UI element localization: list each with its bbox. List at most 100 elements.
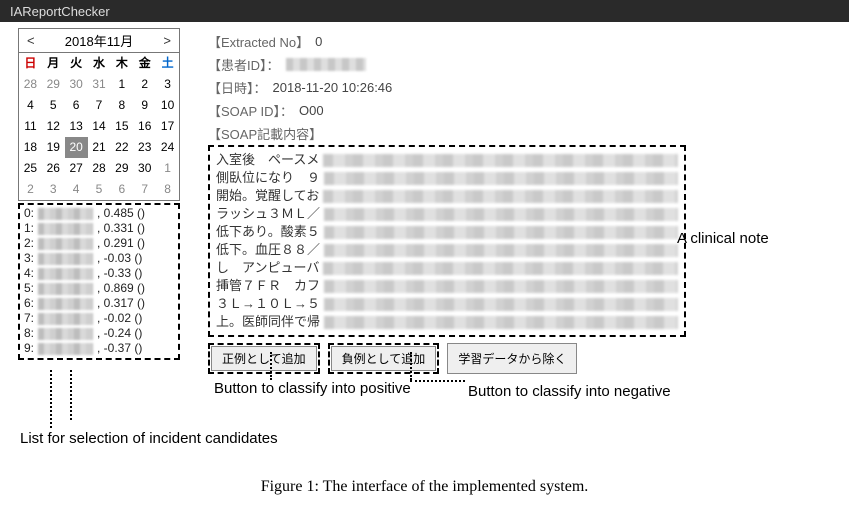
- calendar-day[interactable]: 18: [19, 137, 42, 158]
- note-line: 挿管７ＦＲ カフ: [216, 277, 678, 295]
- soap-id-value: O00: [299, 103, 324, 118]
- patient-id-value-redacted: [286, 58, 366, 71]
- candidate-row[interactable]: 7:, -0.02 (): [22, 311, 176, 326]
- candidate-id-redacted: [38, 313, 93, 325]
- leader-cand-2: [50, 370, 52, 428]
- note-line-text: 低下あり。酸素５: [216, 223, 320, 241]
- candidate-row[interactable]: 2:, 0.291 (): [22, 236, 176, 251]
- calendar-day[interactable]: 28: [88, 158, 111, 179]
- extracted-no-value: 0: [315, 34, 322, 49]
- candidate-row[interactable]: 9:, -0.37 (): [22, 341, 176, 356]
- calendar-day[interactable]: 29: [42, 74, 65, 95]
- candidate-id-redacted: [38, 238, 93, 250]
- candidate-row[interactable]: 5:, 0.869 (): [22, 281, 176, 296]
- calendar-day[interactable]: 4: [65, 179, 88, 200]
- calendar-day[interactable]: 19: [42, 137, 65, 158]
- candidate-row[interactable]: 6:, 0.317 (): [22, 296, 176, 311]
- candidate-row[interactable]: 4:, -0.33 (): [22, 266, 176, 281]
- calendar-dow: 金: [133, 53, 156, 74]
- calendar-day[interactable]: 23: [133, 137, 156, 158]
- note-line-redacted: [324, 316, 678, 329]
- figure-caption: Figure 1: The interface of the implement…: [0, 478, 849, 496]
- calendar-day[interactable]: 10: [156, 95, 179, 116]
- candidate-score: , -0.33 (): [97, 266, 142, 281]
- calendar-day[interactable]: 5: [88, 179, 111, 200]
- datetime-value: 2018-11-20 10:26:46: [273, 80, 393, 95]
- calendar-next-button[interactable]: >: [159, 33, 175, 48]
- candidate-id-redacted: [38, 328, 93, 340]
- candidate-row[interactable]: 8:, -0.24 (): [22, 326, 176, 341]
- note-line-redacted: [324, 172, 678, 185]
- calendar-day[interactable]: 3: [156, 74, 179, 95]
- calendar-day[interactable]: 1: [110, 74, 133, 95]
- candidate-id-redacted: [38, 283, 93, 295]
- patient-id-label: 【患者ID】：: [208, 55, 280, 74]
- calendar-day[interactable]: 30: [65, 74, 88, 95]
- calendar-day[interactable]: 21: [88, 137, 111, 158]
- calendar-day[interactable]: 8: [110, 95, 133, 116]
- candidate-row[interactable]: 0:, 0.485 (): [22, 206, 176, 221]
- calendar-dow: 日: [19, 53, 42, 74]
- calendar-day[interactable]: 12: [42, 116, 65, 137]
- calendar-day[interactable]: 13: [65, 116, 88, 137]
- candidate-score: , 0.331 (): [97, 221, 145, 236]
- calendar-day[interactable]: 3: [42, 179, 65, 200]
- candidate-id-redacted: [38, 298, 93, 310]
- note-line-text: 側臥位になり ９: [216, 169, 320, 187]
- calendar-day[interactable]: 7: [133, 179, 156, 200]
- calendar-day[interactable]: 2: [19, 179, 42, 200]
- add-negative-button[interactable]: 負例として追加: [331, 346, 437, 371]
- calendar-day[interactable]: 26: [42, 158, 65, 179]
- note-line-redacted: [323, 190, 678, 203]
- note-line-text: 低下。血圧８８／: [216, 241, 320, 259]
- calendar-day[interactable]: 16: [133, 116, 156, 137]
- calendar-day[interactable]: 27: [65, 158, 88, 179]
- calendar-day[interactable]: 1: [156, 158, 179, 179]
- calendar-day[interactable]: 17: [156, 116, 179, 137]
- calendar-day[interactable]: 25: [19, 158, 42, 179]
- calendar-day[interactable]: 4: [19, 95, 42, 116]
- note-line-text: 開始。覚醒してお: [216, 187, 319, 205]
- calendar-day[interactable]: 9: [133, 95, 156, 116]
- note-line-redacted: [323, 154, 678, 167]
- note-line: 上。医師同伴で帰: [216, 313, 678, 331]
- candidate-index: 9:: [22, 341, 34, 356]
- negative-button-highlight: 負例として追加: [328, 343, 440, 374]
- calendar-dow: 土: [156, 53, 179, 74]
- note-line-redacted: [324, 208, 678, 221]
- anno-candidate-list: List for selection of incident candidate…: [20, 430, 278, 447]
- calendar-day[interactable]: 2: [133, 74, 156, 95]
- calendar-day[interactable]: 6: [110, 179, 133, 200]
- calendar-day[interactable]: 31: [88, 74, 111, 95]
- calendar-day[interactable]: 6: [65, 95, 88, 116]
- note-line: 低下。血圧８８／: [216, 241, 678, 259]
- candidate-index: 6:: [22, 296, 34, 311]
- calendar-day[interactable]: 28: [19, 74, 42, 95]
- anno-button-negative: Button to classify into negative: [468, 383, 671, 400]
- note-line: ３Ｌ→１０Ｌ→５: [216, 295, 678, 313]
- calendar-prev-button[interactable]: <: [23, 33, 39, 48]
- datetime-label: 【日時】：: [208, 78, 267, 97]
- calendar-day[interactable]: 30: [133, 158, 156, 179]
- calendar-day-selected[interactable]: 20: [65, 137, 88, 158]
- calendar-day[interactable]: 29: [110, 158, 133, 179]
- candidate-score: , -0.24 (): [97, 326, 142, 341]
- calendar-day[interactable]: 24: [156, 137, 179, 158]
- exclude-button[interactable]: 学習データから除く: [447, 343, 577, 374]
- candidate-id-redacted: [38, 268, 93, 280]
- calendar-day[interactable]: 5: [42, 95, 65, 116]
- calendar-day[interactable]: 22: [110, 137, 133, 158]
- candidate-row[interactable]: 1:, 0.331 (): [22, 221, 176, 236]
- leader-cand-1: [70, 370, 72, 420]
- note-line-text: 入室後 ペースメ: [216, 151, 319, 169]
- calendar-day[interactable]: 14: [88, 116, 111, 137]
- calendar-day[interactable]: 15: [110, 116, 133, 137]
- calendar-day[interactable]: 7: [88, 95, 111, 116]
- candidate-row[interactable]: 3:, -0.03 (): [22, 251, 176, 266]
- note-line: 入室後 ペースメ: [216, 151, 678, 169]
- calendar-day[interactable]: 11: [19, 116, 42, 137]
- calendar-day[interactable]: 8: [156, 179, 179, 200]
- add-positive-button[interactable]: 正例として追加: [211, 346, 317, 371]
- leader-negative-v: [410, 352, 412, 380]
- note-line: 開始。覚醒してお: [216, 187, 678, 205]
